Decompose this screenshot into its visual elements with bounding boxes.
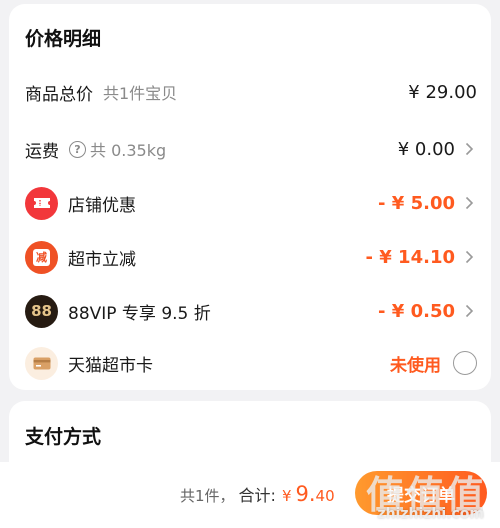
chevron-right-icon[interactable] [461, 301, 477, 321]
help-icon[interactable]: ? [69, 140, 86, 158]
item-count: 共1件， [180, 487, 235, 505]
vip-88-icon: 88 [25, 294, 58, 328]
chevron-right-icon[interactable] [461, 139, 477, 159]
tmall-card-row[interactable]: 天猫超市卡 未使用 [25, 345, 477, 381]
goods-total-row: 商品总价 共1件宝贝 ¥ 29.00 [25, 74, 477, 110]
total-amount-int: 9. [295, 482, 316, 506]
shipping-amount: ¥ 0.00 [397, 138, 455, 160]
total-currency: ¥ [281, 487, 292, 505]
checkout-bar: 共1件， 合计: ¥ 9. 40 提交订单 [0, 462, 500, 528]
price-detail-card: 价格明细 商品总价 共1件宝贝 ¥ 29.00 运费 ? 共 0.35kg ¥ … [9, 4, 491, 390]
price-detail-title: 价格明细 [25, 28, 102, 50]
tmall-card-label: 天猫超市卡 [68, 355, 153, 376]
vip-discount-row[interactable]: 88 88VIP 专享 9.5 折 - ¥ 0.50 [25, 293, 477, 329]
order-summary: 共1件， 合计: ¥ 9. 40 [180, 482, 335, 506]
total-label: 合计: [238, 486, 276, 505]
shipping-label: 运费 [25, 141, 59, 162]
chevron-right-icon[interactable] [461, 247, 477, 267]
tmall-card-status: 未使用 [390, 355, 441, 376]
payment-title: 支付方式 [25, 426, 102, 448]
shop-discount-label: 店铺优惠 [68, 195, 136, 216]
chevron-right-icon[interactable] [461, 193, 477, 213]
goods-total-amount: ¥ 29.00 [408, 81, 477, 103]
shop-discount-row[interactable]: 店铺优惠 - ¥ 5.00 [25, 185, 477, 221]
market-discount-amount: - ¥ 14.10 [365, 246, 455, 268]
market-discount-icon: 减 [25, 240, 58, 274]
shipping-weight: 共 0.35kg [90, 141, 167, 160]
total-amount-dec: 40 [315, 487, 335, 505]
market-discount-label: 超市立减 [68, 249, 136, 270]
ticket-icon [25, 186, 58, 220]
market-discount-row[interactable]: 减 超市立减 - ¥ 14.10 [25, 239, 477, 275]
card-icon [25, 346, 58, 380]
shop-discount-amount: - ¥ 5.00 [378, 192, 455, 214]
shipping-row[interactable]: 运费 ? 共 0.35kg ¥ 0.00 [25, 131, 477, 167]
tmall-card-radio[interactable] [453, 351, 477, 375]
goods-total-label: 商品总价 [25, 84, 93, 105]
vip-discount-amount: - ¥ 0.50 [378, 300, 455, 322]
vip-discount-label: 88VIP 专享 9.5 折 [68, 303, 211, 324]
submit-order-button[interactable]: 提交订单 [355, 471, 487, 515]
goods-count: 共1件宝贝 [103, 84, 178, 103]
